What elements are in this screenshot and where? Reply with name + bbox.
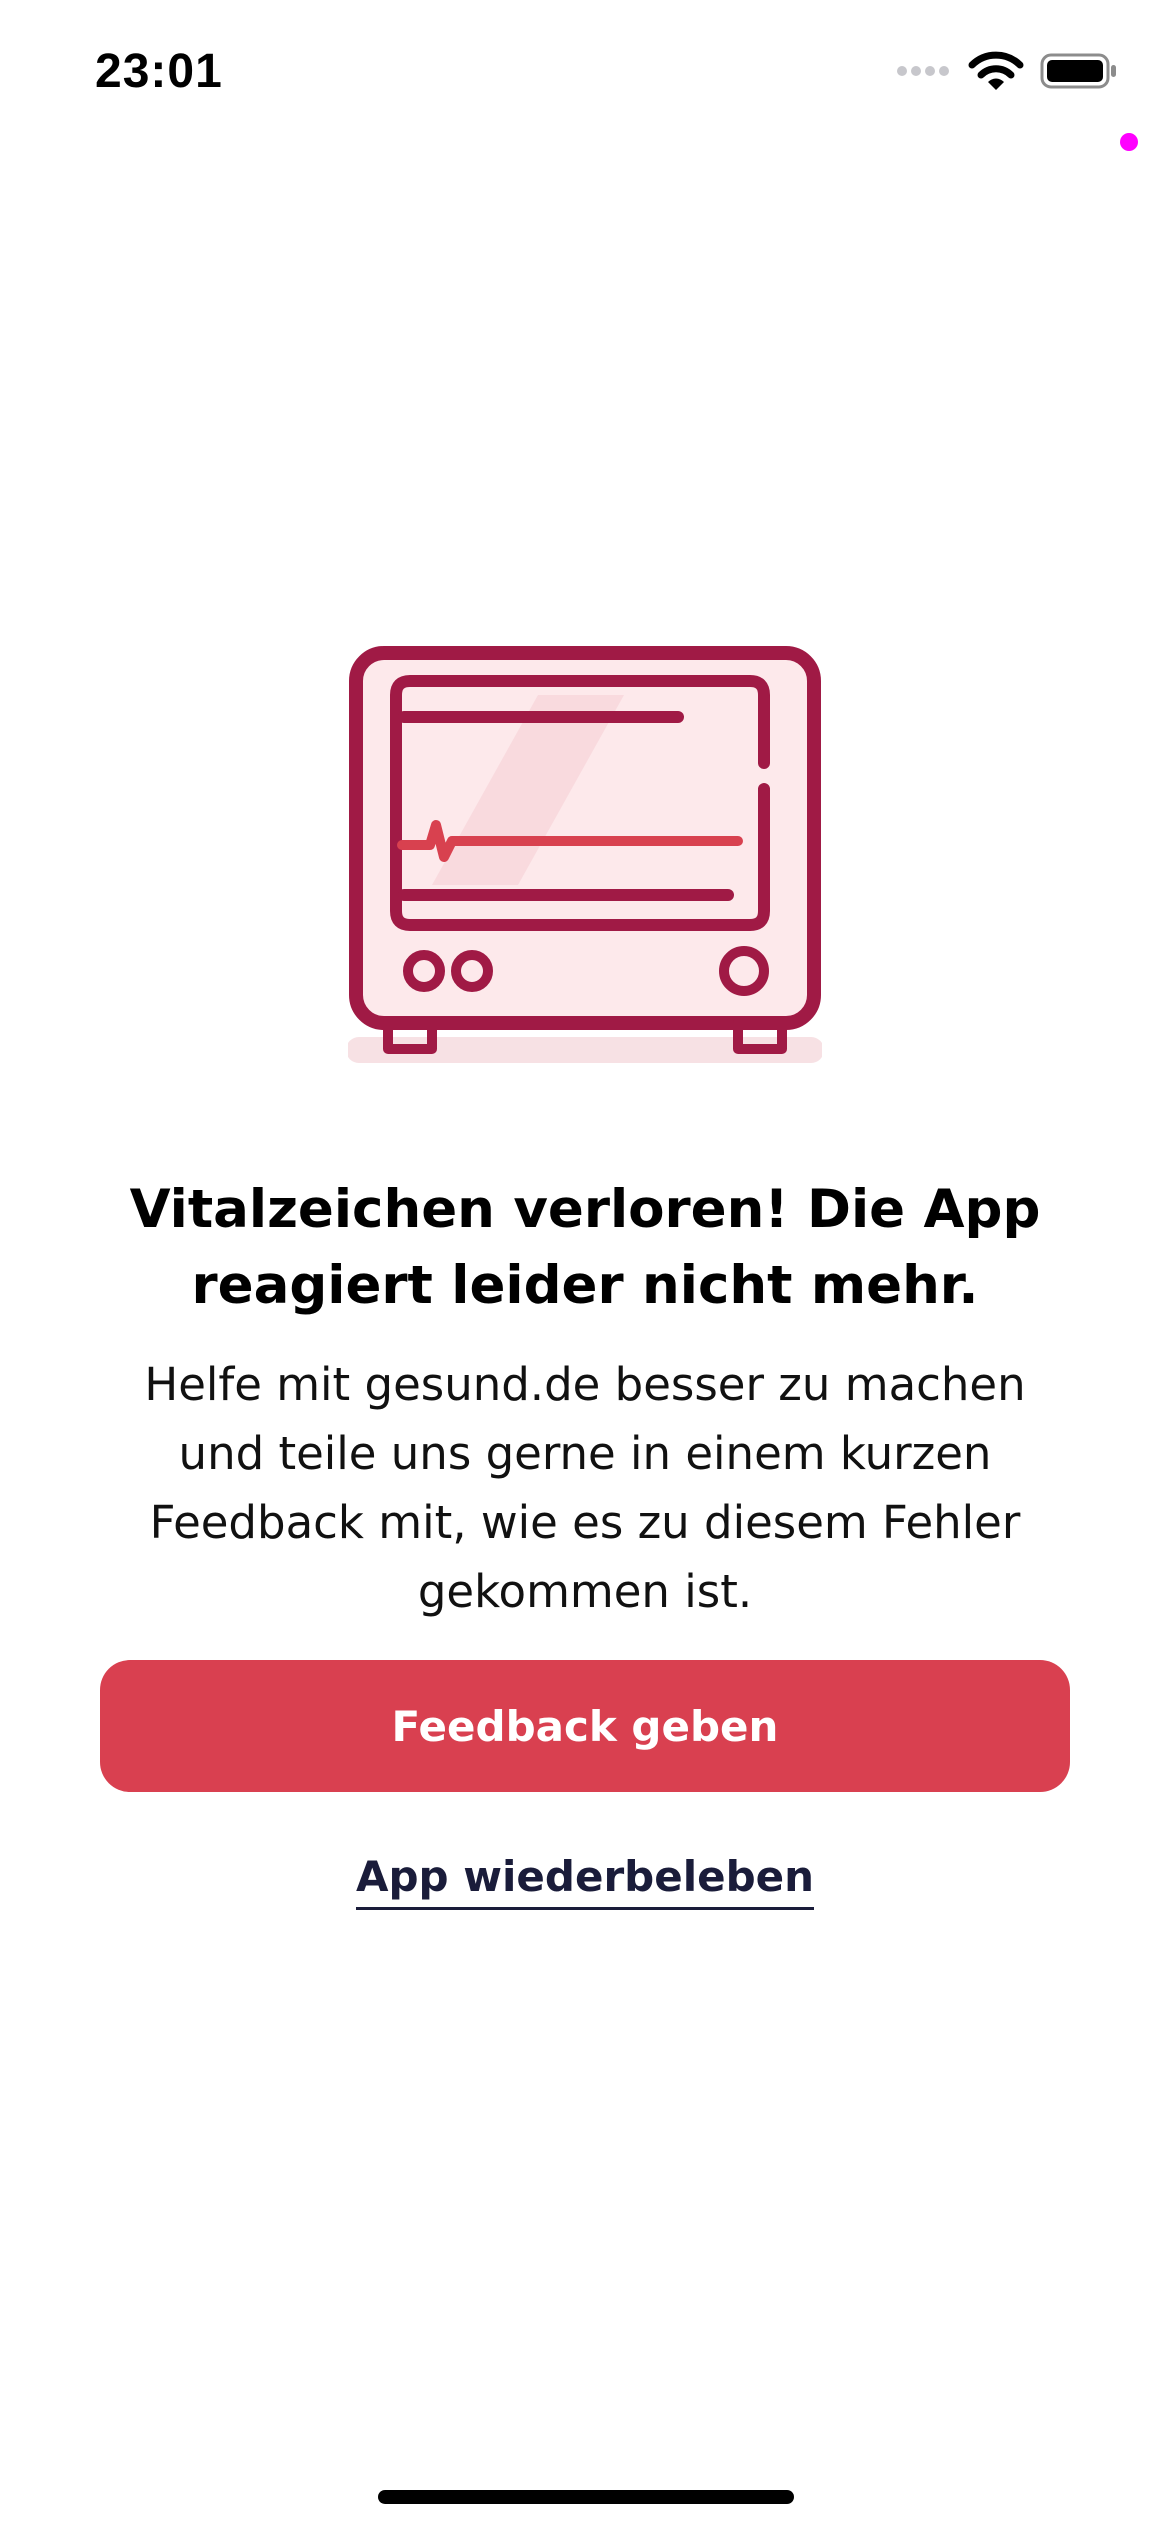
status-time: 23:01: [95, 45, 223, 98]
status-icons: [896, 50, 1118, 92]
wifi-icon: [968, 51, 1024, 90]
battery-icon: [1040, 53, 1116, 89]
vital-monitor-illustration: [348, 646, 822, 1063]
revive-app-link[interactable]: App wiederbeleben: [355, 1852, 815, 1910]
status-bar: 23:01: [0, 0, 1170, 140]
home-indicator[interactable]: [378, 2490, 794, 2504]
recording-indicator-dot: [1120, 133, 1138, 151]
error-description: Helfe mit gesund.de besser zu machen und…: [144, 1358, 1026, 1618]
error-title: Vitalzeichen verloren! Die App reagiert …: [129, 1179, 1041, 1316]
revive-app-link-row: App wiederbeleben: [0, 1852, 1170, 1910]
feedback-button[interactable]: Feedback geben: [100, 1660, 1070, 1792]
cellular-signal-icon: [897, 66, 949, 76]
